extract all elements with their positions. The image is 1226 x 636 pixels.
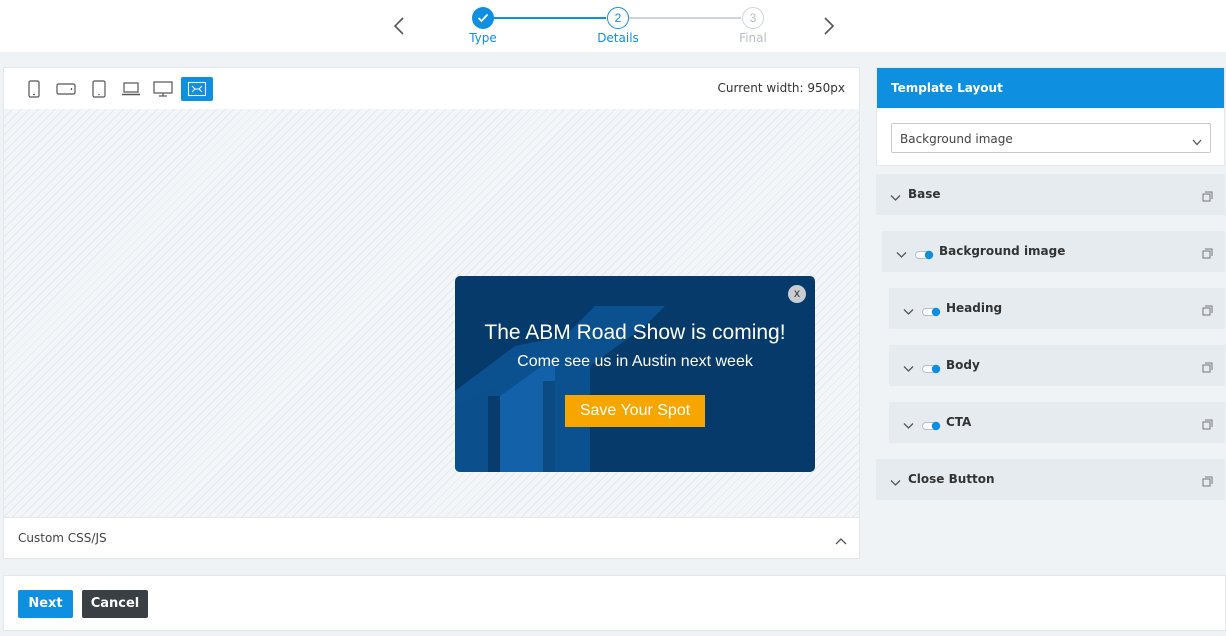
step-label: Type [469, 31, 497, 45]
next-button[interactable]: Next [18, 590, 73, 618]
step-final[interactable]: 3 Final [713, 7, 793, 45]
preview-canvas: x The ABM Road Show is coming! Come see … [4, 109, 859, 517]
copy-icon[interactable] [1202, 360, 1213, 378]
section-label: Background image [939, 244, 1066, 258]
fullscreen-icon[interactable] [181, 77, 213, 101]
chevron-down-icon [890, 474, 901, 492]
copy-icon[interactable] [1202, 246, 1213, 264]
toggle-switch[interactable] [922, 304, 942, 317]
step-label: Details [597, 31, 639, 45]
template-layout-card: Template Layout Background image [876, 67, 1225, 166]
action-bar: Next Cancel [3, 575, 1226, 631]
mobile-portrait-icon[interactable] [18, 77, 50, 101]
cancel-button[interactable]: Cancel [82, 590, 148, 618]
copy-icon[interactable] [1202, 189, 1213, 207]
step-number: 3 [742, 7, 764, 29]
custom-css-js-bar[interactable]: Custom CSS/JS [4, 517, 859, 558]
chevron-down-icon [903, 303, 914, 321]
popup-close-button[interactable]: x [788, 285, 806, 303]
copy-icon[interactable] [1202, 474, 1213, 492]
current-width-label: Current width: 950px [717, 81, 845, 95]
toggle-switch[interactable] [915, 247, 935, 260]
chevron-left-icon[interactable] [392, 14, 408, 38]
step-type[interactable]: Type [443, 7, 523, 45]
chevron-down-icon [896, 246, 907, 264]
laptop-icon[interactable] [115, 77, 147, 101]
popup-cta-button[interactable]: Save Your Spot [565, 395, 705, 427]
section-body[interactable]: Body [889, 345, 1225, 386]
popup-preview[interactable]: x The ABM Road Show is coming! Come see … [455, 276, 815, 472]
section-heading[interactable]: Heading [889, 288, 1225, 329]
arrow-background-image [455, 306, 665, 472]
step-details[interactable]: 2 Details [578, 7, 658, 45]
popup-heading: The ABM Road Show is coming! [484, 321, 786, 344]
copy-icon[interactable] [1202, 417, 1213, 435]
check-icon [472, 7, 494, 29]
chevron-right-icon[interactable] [822, 14, 838, 38]
toggle-switch[interactable] [922, 418, 942, 431]
section-label: Heading [946, 301, 1003, 315]
chevron-down-icon [903, 360, 914, 378]
mobile-landscape-icon[interactable] [50, 77, 82, 101]
section-label: CTA [946, 415, 972, 429]
section-background-image[interactable]: Background image [882, 231, 1225, 272]
section-close-button[interactable]: Close Button [876, 459, 1225, 500]
device-toolbar: Current width: 950px [4, 68, 859, 109]
section-cta[interactable]: CTA [889, 402, 1225, 443]
template-layout-title: Template Layout [877, 68, 1224, 108]
chevron-up-icon[interactable] [835, 532, 847, 550]
section-base[interactable]: Base [876, 174, 1225, 215]
chevron-down-icon [890, 189, 901, 207]
copy-icon[interactable] [1202, 303, 1213, 321]
section-label: Body [946, 358, 980, 372]
chevron-down-icon [903, 417, 914, 435]
template-layout-select[interactable]: Background image [891, 123, 1211, 153]
chevron-down-icon [1192, 135, 1202, 149]
section-label: Base [908, 187, 941, 201]
desktop-icon[interactable] [147, 77, 179, 101]
step-number: 2 [607, 7, 629, 29]
wizard-stepper: Type 2 Details 3 Final [0, 0, 1226, 52]
template-layout-selected: Background image [900, 132, 1013, 146]
popup-body: Come see us in Austin next week [517, 353, 753, 370]
step-label: Final [739, 31, 767, 45]
tablet-icon[interactable] [83, 77, 115, 101]
toggle-switch[interactable] [922, 361, 942, 374]
preview-panel: Current width: 950px x The ABM Road Show… [3, 67, 860, 559]
section-label: Close Button [908, 472, 995, 486]
custom-css-js-label: Custom CSS/JS [18, 531, 107, 545]
